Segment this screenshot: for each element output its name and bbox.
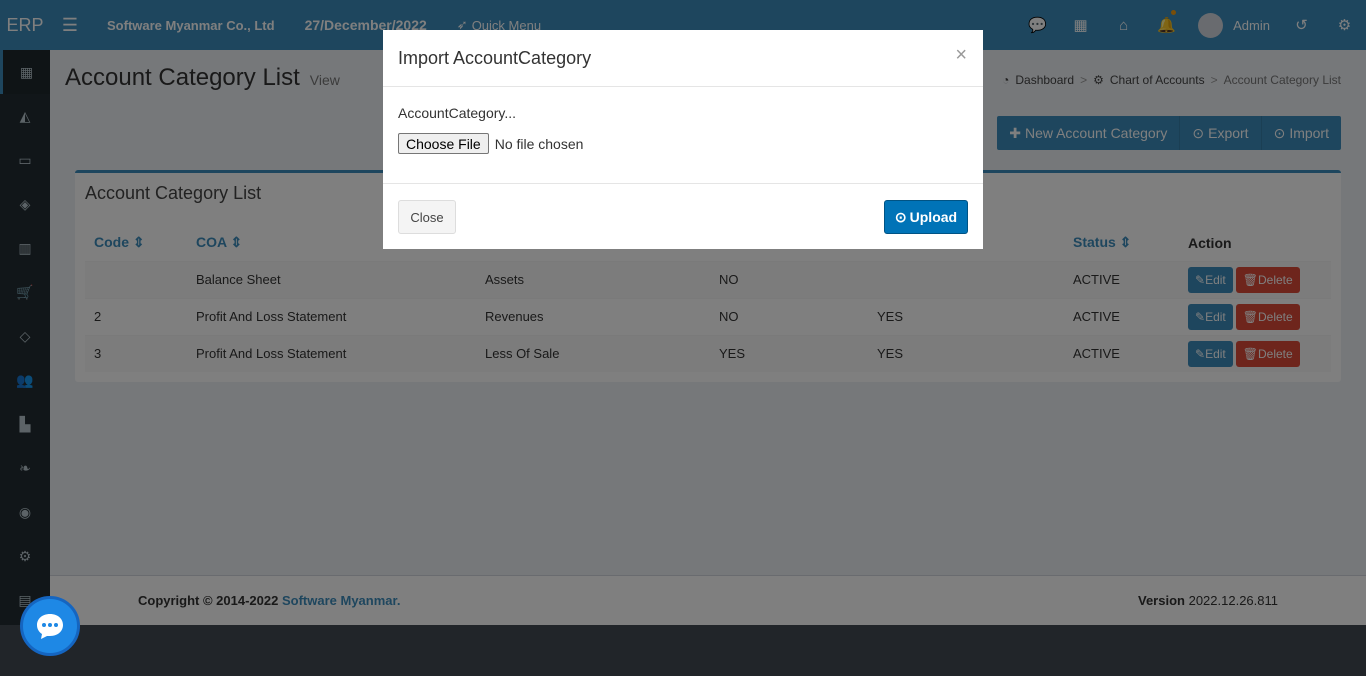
modal-header: Import AccountCategory × [383, 30, 983, 87]
chat-bubble-icon [37, 614, 63, 639]
import-modal: Import AccountCategory × AccountCategory… [383, 30, 983, 249]
modal-title: Import AccountCategory [398, 48, 592, 68]
file-input: Choose File No file chosen [398, 133, 583, 154]
close-icon[interactable]: × [955, 44, 967, 67]
file-field-label: AccountCategory... [398, 105, 517, 121]
modal-footer: Close ⊙ Upload [383, 184, 983, 249]
chat-widget-button[interactable] [20, 596, 80, 656]
upload-button[interactable]: ⊙ Upload [884, 200, 968, 234]
close-button[interactable]: Close [398, 200, 456, 234]
modal-body: AccountCategory... Choose File No file c… [383, 87, 983, 184]
choose-file-button[interactable]: Choose File [398, 133, 489, 154]
upload-label: Upload [909, 209, 958, 225]
upload-icon: ⊙ [894, 208, 907, 225]
file-status: No file chosen [494, 135, 584, 152]
bottom-bar [0, 625, 1366, 676]
